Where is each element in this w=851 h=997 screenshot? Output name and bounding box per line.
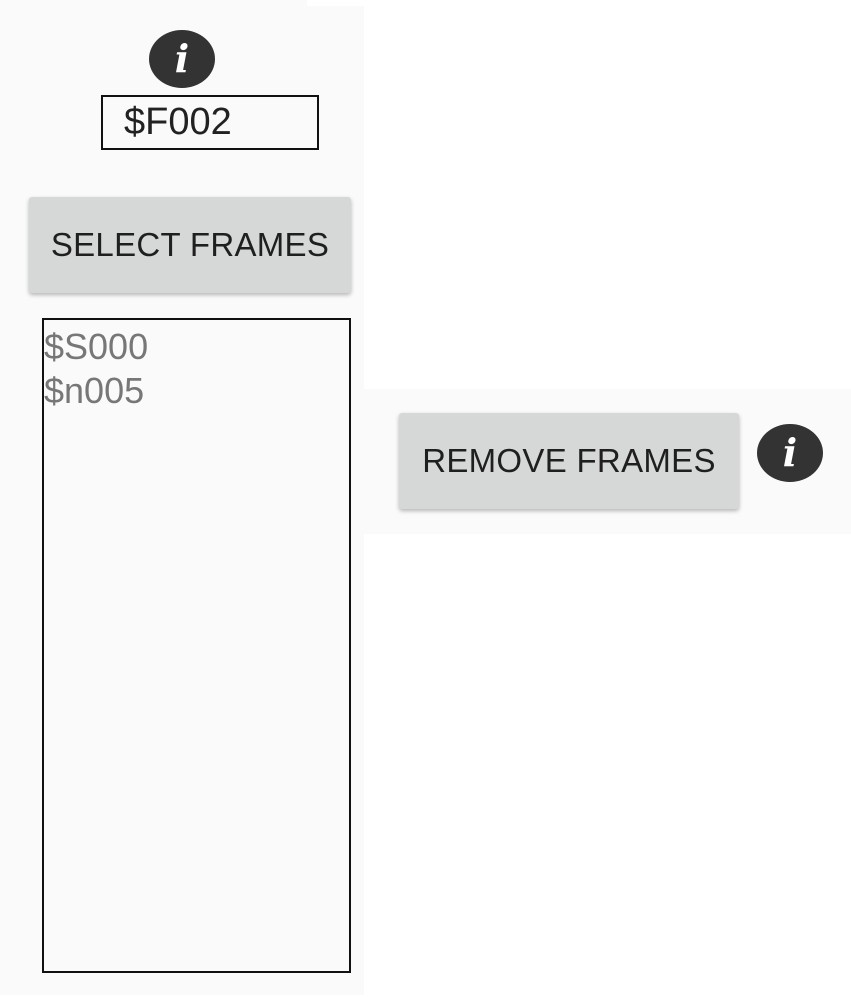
- select-frames-label: SELECT FRAMES: [50, 226, 330, 263]
- remove-frames-button[interactable]: REMOVE FRAMES: [399, 413, 739, 509]
- frame-id-field[interactable]: $F002: [101, 95, 319, 150]
- page: i $F002 SELECT FRAMES $S000 $n005 REMOVE…: [0, 0, 851, 997]
- remove-frames-label: REMOVE FRAMES: [422, 442, 716, 479]
- selected-frames-list[interactable]: $S000 $n005: [42, 318, 351, 973]
- info-icon[interactable]: i: [757, 424, 823, 482]
- frame-id-value: $F002: [124, 101, 232, 143]
- info-icon-glyph: i: [782, 430, 798, 475]
- info-icon[interactable]: i: [149, 30, 215, 88]
- list-item[interactable]: $n005: [44, 369, 349, 413]
- select-frames-button[interactable]: SELECT FRAMES: [29, 197, 351, 293]
- list-item[interactable]: $S000: [44, 325, 349, 369]
- info-icon-glyph: i: [174, 36, 190, 81]
